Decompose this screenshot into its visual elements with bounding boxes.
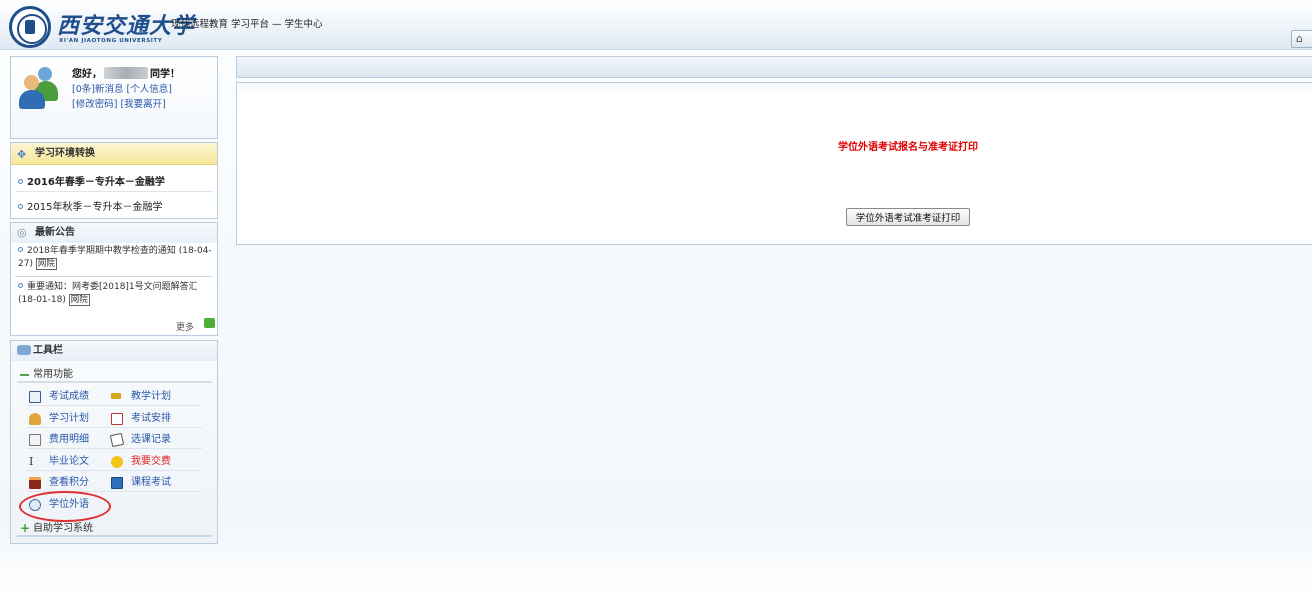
more-notices-link[interactable]: 更多 [176,320,194,333]
toolbar-title: 工具栏 [33,345,63,356]
admission-ticket-print-button[interactable]: 学位外语考试准考证打印 [846,208,970,226]
study-environment-header: ✥ 学习环境转换 [11,143,217,165]
divider [27,427,202,428]
self-study-section[interactable]: + 自助学习系统 [17,521,212,537]
tool-teaching-plan[interactable]: 教学计划 [110,389,171,405]
divider [27,405,202,406]
toolbar-header: 工具栏 [11,341,217,361]
toolbox-icon [17,345,31,355]
new-messages-link[interactable]: [0条]新消息 [72,84,123,95]
points-icon [29,477,41,489]
section-title: 常用功能 [33,369,73,380]
notice-source-tag: 网院 [35,258,57,270]
divider [27,470,202,471]
study-plan-icon [29,413,41,425]
tool-label: 课程考试 [131,477,171,488]
tool-label: 考试安排 [131,413,171,424]
teaching-plan-icon [111,393,121,399]
top-header: 西安交通大学 XI'AN JIAOTONG UNIVERSITY 现代远程教育 … [0,0,1312,50]
logout-link[interactable]: [我要离开] [120,99,165,110]
environment-item-label: 2015年秋季－专升本－金融学 [27,202,163,213]
more-chat-icon[interactable] [204,318,215,328]
university-seal-logo [9,6,51,48]
thesis-icon: I [29,455,34,468]
tool-exam-grades[interactable]: 考试成绩 [28,389,89,405]
platform-title: 现代远程教育 学习平台 — 学生中心 [171,19,323,30]
study-environment-title: 学习环境转换 [35,148,95,159]
user-links-row-2: [修改密码] [我要离开] [72,96,166,110]
profile-link[interactable]: [个人信息] [127,84,172,95]
environment-item-label: 2016年春季－专升本－金融学 [27,177,165,188]
common-functions-section[interactable]: 常用功能 [17,367,212,383]
notices-title: 最新公告 [35,227,75,238]
course-exam-icon [111,477,123,489]
notice-source-tag: 网院 [68,294,90,306]
divider [15,191,213,192]
tool-label: 费用明细 [49,434,89,445]
content-topbar [236,56,1312,78]
fee-detail-icon [29,434,41,446]
tool-exam-schedule[interactable]: 考试安排 [110,411,171,427]
tool-label: 选课记录 [131,434,171,445]
notice-item[interactable]: 2018年春季学期期中教学检查的通知 (18-04-27) 网院 [18,245,216,271]
greeting: 您好， 同学！ [72,65,180,80]
tool-label: 查看积分 [49,477,89,488]
home-button[interactable]: ⌂ [1291,30,1312,48]
bullet-icon [18,247,23,252]
switch-arrows-icon: ✥ [17,148,27,161]
divider [27,448,202,449]
greeting-suffix: 同学！ [150,69,180,80]
university-english-name: XI'AN JIAOTONG UNIVERSITY [59,38,163,44]
bullet-icon [18,204,23,209]
tool-course-exam[interactable]: 课程考试 [110,475,171,491]
page-title: 学位外语考试报名与准考证打印 [838,142,978,153]
tool-label: 毕业论文 [49,456,89,467]
grades-icon [29,391,41,403]
environment-item-current[interactable]: 2016年春季－专升本－金融学 [18,173,165,188]
toolbar-panel: 工具栏 常用功能 考试成绩 教学计划 学习计划 考试安排 费用明细 选课记录 I… [10,340,218,544]
tool-course-record[interactable]: 选课记录 [109,432,171,448]
divider [15,276,213,277]
environment-item[interactable]: 2015年秋季－专升本－金融学 [18,198,162,213]
tool-thesis[interactable]: I 毕业论文 [28,454,89,470]
change-password-link[interactable]: [修改密码] [72,99,117,110]
pay-fee-icon [111,456,123,468]
speaker-icon: ◎ [17,226,27,239]
tool-label: 考试成绩 [49,391,89,402]
tool-pay-fee[interactable]: 我要交费 [110,454,171,470]
collapse-icon [20,374,29,376]
notices-panel: ◎ 最新公告 2018年春季学期期中教学检查的通知 (18-04-27) 网院 … [10,222,218,336]
user-links-row-1: [0条]新消息 [个人信息] [72,81,172,95]
tool-label: 教学计划 [131,391,171,402]
red-highlight-circle [19,491,111,522]
main-content: 学位外语考试报名与准考证打印 学位外语考试准考证打印 [236,82,1312,245]
notices-header: ◎ 最新公告 [11,223,217,243]
tool-fee-detail[interactable]: 费用明细 [28,432,89,448]
tool-study-plan[interactable]: 学习计划 [28,411,89,427]
study-environment-panel: ✥ 学习环境转换 2016年春季－专升本－金融学 2015年秋季－专升本－金融学 [10,142,218,219]
tool-label: 学习计划 [49,413,89,424]
avatar [18,65,62,109]
tool-view-points[interactable]: 查看积分 [28,475,89,491]
greeting-prefix: 您好， [72,69,102,80]
notice-text: 重要通知：网考委[2018]1号文问题解答汇 (18-01-18) [18,282,198,305]
course-record-icon [109,432,125,448]
user-panel: 您好， 同学！ [0条]新消息 [个人信息] [修改密码] [我要离开] [10,56,218,139]
section-title: 自助学习系统 [33,523,93,534]
blurred-username [104,67,148,79]
notice-item[interactable]: 重要通知：网考委[2018]1号文问题解答汇 (18-01-18) 网院 [18,281,216,307]
exam-schedule-icon [111,413,123,425]
tool-label: 我要交费 [131,456,171,467]
bullet-icon [18,283,23,288]
expand-icon: + [20,521,31,535]
bullet-icon [18,179,23,184]
home-icon: ⌂ [1296,32,1303,45]
